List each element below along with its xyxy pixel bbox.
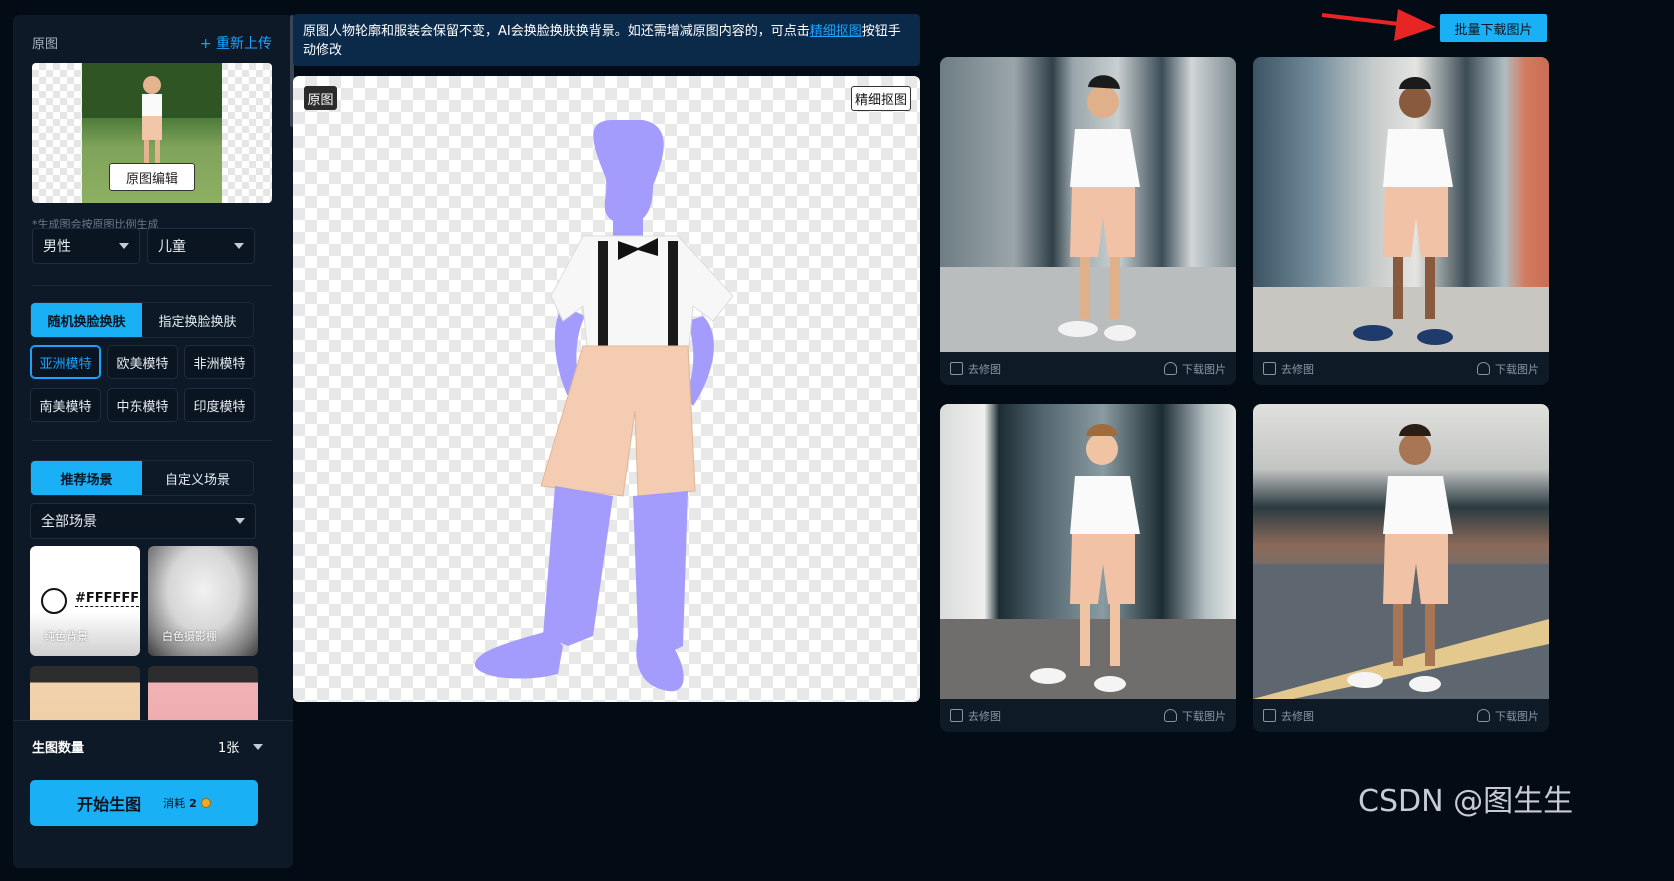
retouch-label: 去修图 bbox=[968, 362, 1001, 376]
scene-filter-value: 全部场景 bbox=[41, 514, 97, 530]
chevron-down-icon bbox=[253, 743, 264, 750]
refine-cutout-button[interactable]: 精细抠图 bbox=[851, 86, 911, 111]
subject-figure bbox=[474, 120, 734, 692]
original-edit-button[interactable]: 原图编辑 bbox=[109, 163, 195, 191]
retouch-button[interactable]: 去修图 bbox=[950, 361, 1001, 377]
model-middle-eastern[interactable]: 中东模特 bbox=[107, 388, 178, 422]
watermark: CSDN @图生生 bbox=[1358, 784, 1574, 819]
download-label: 下载图片 bbox=[1182, 709, 1226, 723]
retouch-button[interactable]: 去修图 bbox=[950, 708, 1001, 724]
retouch-label: 去修图 bbox=[968, 709, 1001, 723]
tab-custom-scene[interactable]: 自定义场景 bbox=[142, 461, 253, 495]
download-button[interactable]: 下载图片 bbox=[1477, 361, 1539, 377]
chevron-down-icon bbox=[119, 243, 129, 249]
chevron-down-icon bbox=[235, 518, 245, 524]
model-african[interactable]: 非洲模特 bbox=[184, 345, 255, 379]
quantity-label: 生图数量 bbox=[32, 741, 85, 756]
card-actions: 去修图 下载图片 bbox=[940, 352, 1236, 385]
scene-hex-value: #FFFFFF bbox=[75, 591, 140, 607]
model-south-american[interactable]: 南美模特 bbox=[30, 388, 101, 422]
coin-icon bbox=[200, 798, 211, 808]
cost-value: 2 bbox=[189, 796, 197, 810]
card-actions: 去修图 下载图片 bbox=[1253, 699, 1549, 732]
scene-mode-tabs: 推荐场景 自定义场景 bbox=[30, 460, 254, 496]
result-image[interactable] bbox=[940, 404, 1236, 699]
card-actions: 去修图 下载图片 bbox=[940, 699, 1236, 732]
quantity-select[interactable]: 1张 bbox=[218, 737, 264, 756]
cloud-download-icon bbox=[1477, 709, 1490, 722]
retouch-button[interactable]: 去修图 bbox=[1263, 708, 1314, 724]
result-card: 去修图 下载图片 bbox=[940, 57, 1236, 385]
download-label: 下载图片 bbox=[1495, 362, 1539, 376]
original-tag: 原图 bbox=[304, 86, 337, 110]
quantity-value: 1张 bbox=[218, 741, 240, 756]
scene-filter-select[interactable]: 全部场景 bbox=[30, 503, 256, 539]
result-image[interactable] bbox=[1253, 404, 1549, 699]
edit-icon bbox=[1263, 362, 1276, 375]
settings-panel: 原图 + 重新上传 原图编辑 *生成图会按原图比例生成 男性 儿童 随机换脸换肤… bbox=[13, 15, 293, 868]
banner-text: 原图人物轮廓和服装会保留不变，AI会换脸换肤换背景。如还需增减原图内容的，可点击 bbox=[303, 24, 810, 39]
edit-icon bbox=[950, 709, 963, 722]
model-indian[interactable]: 印度模特 bbox=[184, 388, 255, 422]
cloud-download-icon bbox=[1477, 362, 1490, 375]
cloud-download-icon bbox=[1164, 709, 1177, 722]
result-card: 去修图 下载图片 bbox=[1253, 57, 1549, 385]
generate-footer: 生图数量 1张 开始生图 消耗 2 bbox=[13, 720, 293, 868]
scene-label: 白色摄影棚 bbox=[162, 630, 217, 643]
edit-icon bbox=[950, 362, 963, 375]
download-label: 下载图片 bbox=[1182, 362, 1226, 376]
retouch-label: 去修图 bbox=[1281, 709, 1314, 723]
scene-solid-color[interactable]: #FFFFFF 纯色背景 bbox=[30, 546, 140, 656]
batch-download-button[interactable]: 批量下载图片 bbox=[1440, 14, 1547, 42]
gender-value: 男性 bbox=[43, 239, 71, 255]
info-banner: 原图人物轮廓和服装会保留不变，AI会换脸换肤换背景。如还需增减原图内容的，可点击… bbox=[293, 14, 920, 66]
face-mode-tabs: 随机换脸换肤 指定换脸换肤 bbox=[30, 302, 254, 338]
gender-select[interactable]: 男性 bbox=[32, 228, 140, 264]
result-image[interactable] bbox=[940, 57, 1236, 352]
retouch-label: 去修图 bbox=[1281, 362, 1314, 376]
result-image[interactable] bbox=[1253, 57, 1549, 352]
card-actions: 去修图 下载图片 bbox=[1253, 352, 1549, 385]
reupload-link[interactable]: + 重新上传 bbox=[200, 33, 272, 53]
divider bbox=[32, 440, 272, 441]
cloud-download-icon bbox=[1164, 362, 1177, 375]
age-value: 儿童 bbox=[158, 239, 186, 255]
download-label: 下载图片 bbox=[1495, 709, 1539, 723]
model-asian[interactable]: 亚洲模特 bbox=[30, 345, 101, 379]
original-thumbnail[interactable]: 原图编辑 bbox=[32, 63, 272, 203]
refine-link[interactable]: 精细抠图 bbox=[810, 24, 862, 39]
original-label: 原图 bbox=[32, 37, 59, 52]
model-western[interactable]: 欧美模特 bbox=[107, 345, 178, 379]
edit-icon bbox=[1263, 709, 1276, 722]
tab-recommended-scene[interactable]: 推荐场景 bbox=[31, 461, 142, 495]
chevron-down-icon bbox=[234, 243, 244, 249]
cutout-canvas: 原图 精细抠图 bbox=[293, 76, 920, 702]
start-generate-button[interactable]: 开始生图 消耗 2 bbox=[30, 780, 258, 826]
tab-specified-face[interactable]: 指定换脸换肤 bbox=[142, 303, 253, 337]
age-select[interactable]: 儿童 bbox=[147, 228, 255, 264]
tab-random-face[interactable]: 随机换脸换肤 bbox=[31, 303, 142, 337]
result-card: 去修图 下载图片 bbox=[940, 404, 1236, 732]
cost-info: 消耗 2 bbox=[163, 795, 211, 811]
divider bbox=[32, 285, 272, 286]
original-header: 原图 + 重新上传 bbox=[32, 33, 272, 53]
circle-icon bbox=[41, 588, 67, 614]
result-card: 去修图 下载图片 bbox=[1253, 404, 1549, 732]
scene-white-studio[interactable]: 白色摄影棚 bbox=[148, 546, 258, 656]
scene-label: 纯色背景 bbox=[44, 630, 88, 643]
red-arrow-annotation bbox=[1321, 9, 1436, 41]
retouch-button[interactable]: 去修图 bbox=[1263, 361, 1314, 377]
start-label: 开始生图 bbox=[77, 795, 142, 814]
download-button[interactable]: 下载图片 bbox=[1164, 361, 1226, 377]
download-button[interactable]: 下载图片 bbox=[1164, 708, 1226, 724]
cost-label: 消耗 bbox=[163, 797, 186, 810]
download-button[interactable]: 下载图片 bbox=[1477, 708, 1539, 724]
